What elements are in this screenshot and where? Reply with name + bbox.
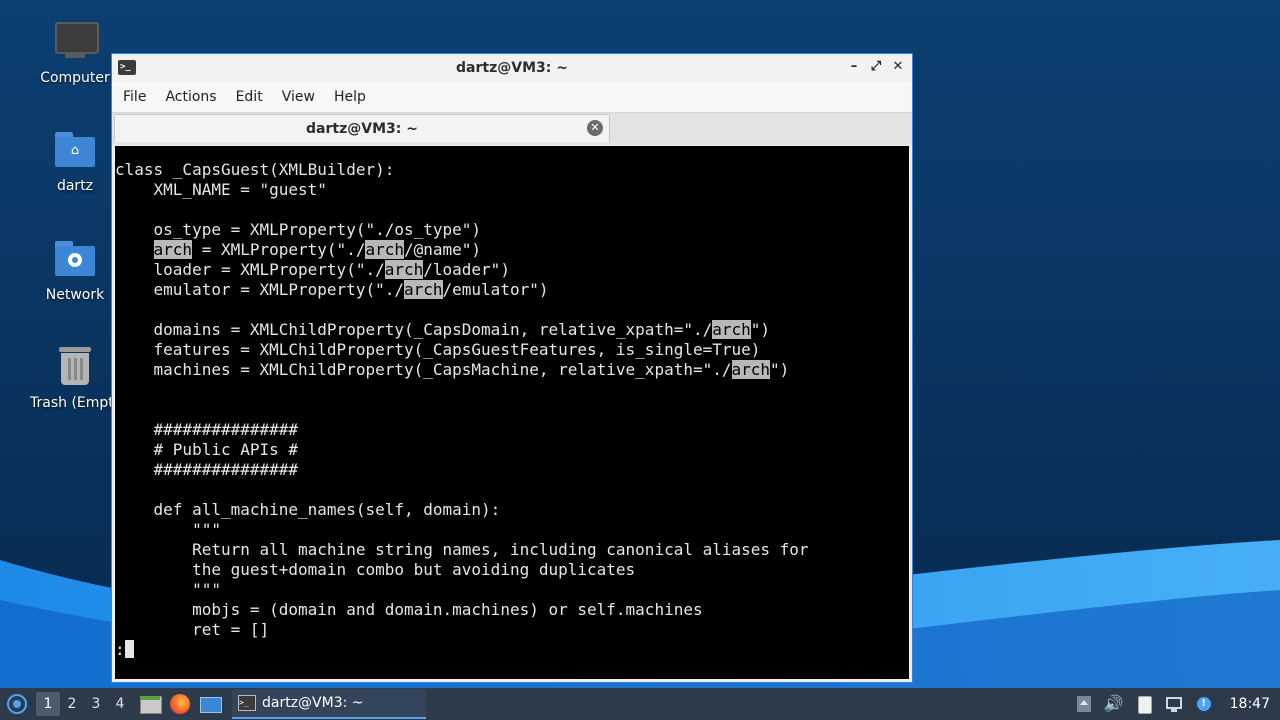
search-highlight: arch [731,360,771,379]
workspace-4[interactable]: 4 [108,696,132,712]
desktop-icon-computer[interactable]: Computer [30,20,120,86]
network-tray-icon[interactable] [1164,694,1184,714]
terminal-line: Return all machine string names, includi… [115,540,809,559]
terminal-line: emulator = XMLProperty("./arch/emulator"… [115,280,549,299]
maximize-button[interactable]: ⤢ [868,58,884,76]
search-highlight: arch [384,260,424,279]
search-highlight: arch [365,240,404,259]
home-folder-icon: ⌂ [53,128,97,172]
menu-view[interactable]: View [275,85,322,109]
search-highlight: arch [712,320,751,339]
terminal-line: loader = XMLProperty("./arch/loader") [115,260,510,279]
terminal-tab[interactable]: dartz@VM3: ~ ✕ [114,114,610,142]
terminal-line: os_type = XMLProperty("./os_type") [115,220,482,239]
terminal-window: >_ dartz@VM3: ~ – ⤢ ✕ File Actions Edit … [111,53,913,683]
desktop-icon-label: dartz [56,178,94,194]
menu-file[interactable]: File [116,85,153,109]
workspace-3[interactable]: 3 [84,696,108,712]
terminal-line: machines = XMLChildProperty(_CapsMachine… [115,360,790,379]
terminal-output[interactable]: class _CapsGuest(XMLBuilder): XML_NAME =… [115,146,909,679]
terminal-line: XML_NAME = "guest" [115,180,327,199]
tab-title: dartz@VM3: ~ [306,120,418,137]
menu-actions[interactable]: Actions [158,85,223,109]
desktop-icon-label: Network [45,287,105,303]
terminal-line: def all_machine_names(self, domain): [115,500,501,519]
task-label: dartz@VM3: ~ [262,695,364,711]
text-cursor [124,640,134,658]
terminal-text: class _CapsGuest(XMLBuilder): XML_NAME =… [115,146,909,660]
desktop-icon-trash[interactable]: Trash (Empty) [30,345,128,411]
window-titlebar[interactable]: >_ dartz@VM3: ~ – ⤢ ✕ [112,54,912,82]
file-manager-icon[interactable] [138,692,162,716]
terminal-line: features = XMLChildProperty(_CapsGuestFe… [115,340,761,359]
window-title: dartz@VM3: ~ [456,60,568,76]
system-tray: 🔊 ! 18:47 [1074,694,1280,714]
terminal-line: ############### [115,420,299,439]
taskbar: 1 2 3 4 >_ dartz@VM3: ~ 🔊 ! 18:47 [0,688,1280,720]
workspace-1[interactable]: 1 [36,692,60,716]
close-button[interactable]: ✕ [890,58,906,76]
terminal-line: ret = [] [115,620,270,639]
terminal-line: """ [115,580,221,599]
minimize-button[interactable]: – [846,58,862,76]
trash-icon [53,345,97,389]
tray-expand-icon[interactable] [1074,694,1094,714]
computer-icon [53,20,99,64]
terminal-line: """ [115,520,221,539]
desktop-icon-network[interactable]: Network [30,237,120,303]
volume-icon[interactable]: 🔊 [1104,694,1124,714]
desktop-icon-label: Trash (Empty) [30,395,128,411]
terminal-line: ############### [115,460,299,479]
menu-edit[interactable]: Edit [229,85,270,109]
terminal-line: domains = XMLChildProperty(_CapsDomain, … [115,320,771,339]
workspace-2[interactable]: 2 [60,696,84,712]
menu-help[interactable]: Help [327,85,373,109]
clipboard-icon[interactable] [1134,694,1154,714]
tab-bar: dartz@VM3: ~ ✕ [112,112,912,145]
network-folder-icon [53,237,97,281]
show-desktop-icon[interactable] [198,692,222,716]
pager-prompt: : [115,640,125,659]
terminal-line: class _CapsGuest(XMLBuilder): [115,160,395,179]
search-highlight: arch [403,280,443,299]
firefox-icon[interactable] [168,692,192,716]
start-menu-button[interactable] [4,691,30,717]
clock[interactable]: 18:47 [1230,696,1270,712]
desktop-icon-home[interactable]: ⌂ dartz [30,128,120,194]
taskbar-item-terminal[interactable]: >_ dartz@VM3: ~ [232,689,426,719]
terminal-line: the guest+domain combo but avoiding dupl… [115,560,636,579]
menubar: File Actions Edit View Help [112,82,912,112]
terminal-app-icon: >_ [118,60,136,75]
search-highlight: arch [153,240,193,259]
terminal-line: # Public APIs # [115,440,299,459]
terminal-task-icon: >_ [238,695,256,711]
terminal-line: mobjs = (domain and domain.machines) or … [115,600,703,619]
update-notifier-icon[interactable]: ! [1194,694,1214,714]
desktop-icon-label: Computer [40,70,110,86]
terminal-line: arch = XMLProperty("./arch/@name") [153,240,482,259]
tab-close-icon[interactable]: ✕ [587,120,603,136]
